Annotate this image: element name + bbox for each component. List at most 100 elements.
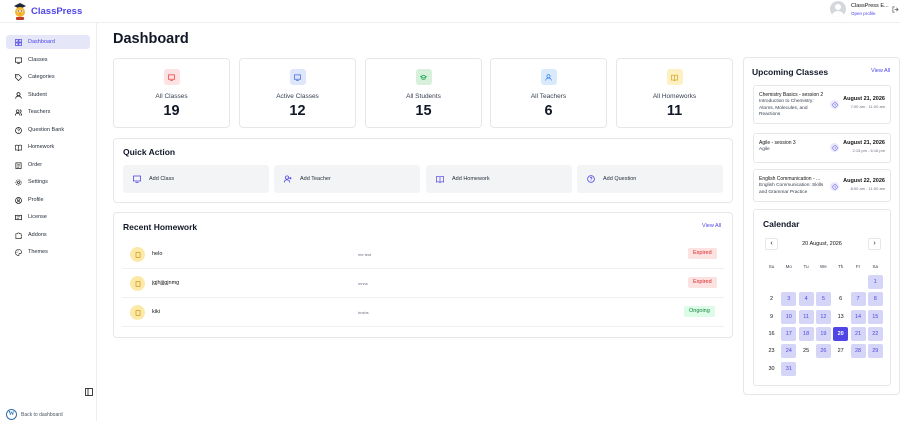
stat-card-all-homeworks[interactable]: All Homeworks 11 — [616, 58, 733, 128]
upcoming-class-title: Chemistry Basics - session 2 — [759, 92, 824, 98]
calendar-day[interactable]: 2 — [764, 292, 779, 306]
calendar-day[interactable]: 31 — [781, 361, 797, 376]
stat-card-all-teachers[interactable]: All Teachers 6 — [490, 58, 607, 128]
calendar-day[interactable]: 25 — [799, 344, 814, 358]
sidebar-item-dashboard[interactable]: Dashboard — [6, 35, 90, 49]
calendar-day[interactable]: 14 — [850, 309, 866, 324]
calendar-day[interactable]: 4 — [798, 292, 814, 307]
sidebar-item-addons[interactable]: Addons — [6, 228, 90, 242]
user-name: ClassPress E... — [851, 2, 889, 9]
weekday-label: Th — [838, 264, 844, 269]
upcoming-class-desc: English Communication: Skills and Gramma… — [759, 183, 824, 195]
logout-icon[interactable] — [892, 6, 899, 13]
sidebar-item-profile[interactable]: Profile — [6, 193, 90, 207]
homework-row[interactable]: helo me test Expired — [122, 240, 724, 269]
calendar-day[interactable]: 13 — [833, 310, 848, 324]
homework-icon-box — [130, 247, 145, 262]
sidebar-item-teachers[interactable]: Teachers — [6, 105, 90, 119]
sidebar-item-license[interactable]: License — [6, 210, 90, 224]
upcoming-class-title: English Communication - ... — [759, 176, 821, 182]
calendar-day[interactable]: 19 — [815, 326, 831, 341]
calendar-day[interactable]: 1 — [867, 275, 883, 289]
book-icon — [436, 175, 444, 183]
calendar-day[interactable]: 15 — [867, 309, 883, 324]
sidebar-item-settings[interactable]: Settings — [6, 175, 90, 189]
homework-icon-box — [130, 276, 145, 291]
sidebar-item-homework[interactable]: Homework — [6, 140, 90, 154]
grid-icon — [15, 38, 22, 46]
weekday-label: We — [820, 264, 827, 269]
app-logo[interactable]: ClassPress — [12, 2, 82, 20]
calendar-day[interactable]: 24 — [781, 344, 797, 359]
graduation-cap-icon — [420, 74, 427, 80]
stat-label: All Classes — [155, 93, 188, 100]
qa-label: Add Class — [149, 176, 175, 182]
upcoming-class-card[interactable]: Agile - session 3 Agile August 21, 2026 … — [753, 133, 891, 163]
calendar-day[interactable]: 27 — [833, 344, 848, 358]
homework-name: helo — [152, 251, 163, 257]
quick-action-title: Quick Action — [123, 147, 176, 157]
user-menu[interactable]: ClassPress E... Open profile — [830, 1, 893, 17]
next-month-button[interactable]: › — [868, 238, 881, 250]
homework-row[interactable]: kiki hnshs Ongoing — [122, 298, 724, 327]
gear-icon — [15, 178, 22, 186]
calendar-day[interactable]: 29 — [867, 344, 883, 359]
calendar-day[interactable]: 8 — [867, 292, 883, 307]
calendar-widget: Calendar ‹ 20 August, 2026 › Su Mo Tu We Th F… — [753, 209, 891, 386]
open-profile-link[interactable]: Open profile — [851, 11, 893, 16]
back-to-dashboard-link[interactable]: W Back to dashboard — [6, 409, 63, 420]
calendar-day[interactable]: 12 — [815, 309, 831, 324]
calendar-day[interactable]: 16 — [764, 327, 779, 341]
add-homework-button[interactable]: Add Homework — [426, 165, 572, 193]
calendar-day[interactable]: 10 — [781, 309, 797, 324]
upcoming-classes-title: Upcoming Classes — [752, 67, 829, 77]
calendar-day[interactable]: 7 — [850, 292, 866, 307]
calendar-day[interactable]: 30 — [764, 362, 779, 376]
homework-row[interactable]: jgjhjjjgjnmg mnns Expired — [122, 269, 724, 298]
collapse-sidebar-icon[interactable] — [85, 388, 93, 396]
calendar-day[interactable]: 9 — [764, 310, 779, 324]
clock-icon — [831, 183, 838, 190]
calendar-day[interactable]: 11 — [798, 309, 814, 324]
clock-icon — [831, 101, 838, 108]
upcoming-class-card[interactable]: English Communication - ... English Comm… — [753, 169, 891, 202]
add-question-button[interactable]: Add Question — [577, 165, 723, 193]
stat-value: 12 — [289, 103, 306, 119]
stat-icon-box — [666, 69, 683, 85]
user-circle-icon — [15, 196, 22, 204]
status-badge: Expired — [688, 277, 717, 288]
calendar-day[interactable]: 3 — [781, 292, 797, 307]
sidebar-item-classes[interactable]: Classes — [6, 53, 90, 67]
stat-card-all-students[interactable]: All Students 15 — [365, 58, 482, 128]
calendar-day[interactable]: 22 — [867, 326, 883, 341]
add-class-button[interactable]: Add Class — [123, 165, 269, 193]
sidebar-item-question-bank[interactable]: Question Bank — [6, 123, 90, 137]
homework-desc: mnns — [358, 281, 368, 286]
calendar-day[interactable]: 5 — [815, 292, 831, 307]
weekday-label: Mo — [785, 264, 792, 269]
sidebar-item-order[interactable]: Order — [6, 158, 90, 172]
sidebar-item-categories[interactable]: Categories — [6, 70, 90, 84]
sidebar-item-student[interactable]: Student — [6, 88, 90, 102]
calendar-day[interactable]: 17 — [781, 326, 797, 341]
upcoming-view-all-link[interactable]: View All — [871, 68, 890, 74]
add-teacher-button[interactable]: Add Teacher — [274, 165, 420, 193]
stat-card-all-classes[interactable]: All Classes 19 — [113, 58, 230, 128]
calendar-day[interactable]: 18 — [798, 326, 814, 341]
stat-card-active-classes[interactable]: Active Classes 12 — [239, 58, 356, 128]
homework-view-all-link[interactable]: View All — [702, 223, 721, 229]
calendar-day[interactable]: 6 — [833, 292, 848, 306]
avatar[interactable] — [830, 1, 846, 17]
calendar-day[interactable]: 21 — [850, 326, 866, 341]
calendar-day-today[interactable]: 20 — [833, 326, 849, 341]
sidebar-item-label: Dashboard — [28, 39, 55, 45]
sidebar-item-themes[interactable]: Themes — [6, 245, 90, 259]
upcoming-class-desc: Agile — [759, 147, 770, 152]
logo-icon — [14, 3, 26, 20]
calendar-day[interactable]: 23 — [764, 344, 779, 358]
sidebar-item-label: Student — [28, 92, 47, 98]
upcoming-class-card[interactable]: Chemistry Basics - session 2 Introductio… — [753, 85, 891, 124]
homework-name: jgjhjjjgjnmg — [152, 280, 180, 286]
calendar-day[interactable]: 26 — [815, 344, 831, 359]
calendar-day[interactable]: 28 — [850, 344, 866, 359]
